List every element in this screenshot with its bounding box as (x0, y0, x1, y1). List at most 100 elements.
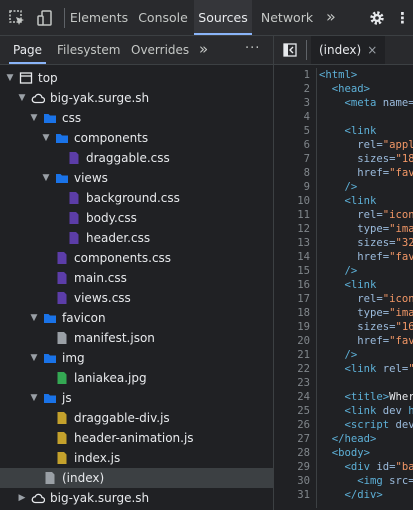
tree-item[interactable]: components.css (0, 248, 273, 268)
code-line: <title>Wher (319, 391, 413, 403)
tree-item[interactable]: main.css (0, 268, 273, 288)
tree-item-label: index.js (74, 451, 121, 465)
code-line: <script dev (319, 419, 413, 431)
tree-item[interactable]: ▶ big-yak.surge.sh (0, 488, 273, 508)
editor-tab-index[interactable]: (index) × (311, 36, 386, 64)
tree-item[interactable]: header.css (0, 228, 273, 248)
nav-menu-icon[interactable]: ··· (245, 36, 260, 62)
line-number: 29 (297, 461, 310, 473)
code-line: /> (319, 265, 358, 277)
code-line: <link rel=" (319, 363, 413, 375)
code-line: <link (319, 279, 377, 291)
js-file-icon (57, 412, 67, 424)
tree-item[interactable]: ▼ views (0, 168, 273, 188)
line-number: 31 (297, 489, 310, 501)
tree-item[interactable]: draggable-div.js (0, 408, 273, 428)
css-file-icon (69, 192, 79, 204)
tree-item-label: img (62, 351, 85, 365)
tree-item[interactable]: index.js (0, 448, 273, 468)
tree-item[interactable]: manifest.json (0, 328, 273, 348)
tree-item-label: draggable-div.js (74, 411, 170, 425)
expand-arrow-down-icon[interactable]: ▼ (29, 348, 39, 368)
line-number: 16 (297, 279, 310, 291)
folder-icon (44, 114, 56, 123)
tree-item[interactable]: draggable.css (0, 148, 273, 168)
tree-item-label: js (62, 391, 72, 405)
tree-item-label: manifest.json (74, 331, 155, 345)
tree-item-label: views.css (74, 291, 131, 305)
devtools-toolbar: Elements Console Sources Network » ⋮ (0, 0, 413, 36)
tree-item[interactable]: ▼ favicon (0, 308, 273, 328)
expand-arrow-down-icon[interactable]: ▼ (5, 68, 15, 88)
expand-arrow-right-icon[interactable]: ▶ (17, 488, 27, 508)
editor-divider (306, 40, 307, 60)
line-number: 8 (303, 167, 310, 179)
device-toolbar-icon[interactable] (36, 9, 54, 27)
tree-item-label: views (74, 171, 108, 185)
tree-item[interactable]: views.css (0, 288, 273, 308)
tree-item[interactable]: header-animation.js (0, 428, 273, 448)
line-number: 22 (297, 363, 310, 375)
js-file-icon (57, 432, 67, 444)
cloud-icon (31, 493, 45, 504)
nav-tab-filesystem[interactable]: Filesystem (57, 36, 120, 64)
tree-item-label: big-yak.surge.sh (50, 491, 150, 505)
navigator-tabs: Page Filesystem Overrides » ··· (0, 36, 273, 65)
code-line: href="fav (319, 335, 413, 347)
customize-menu-icon[interactable]: ⋮ (395, 9, 410, 27)
tab-network[interactable]: Network (256, 0, 318, 35)
document-file-icon (57, 332, 67, 344)
code-line: <meta name= (319, 97, 413, 109)
tree-item[interactable]: body.css (0, 208, 273, 228)
js-file-icon (57, 452, 67, 464)
expand-arrow-down-icon[interactable]: ▼ (29, 388, 39, 408)
editor-tabs: (index) × (274, 36, 413, 65)
code-line: sizes="18 (319, 153, 413, 165)
settings-gear-icon[interactable] (368, 9, 386, 27)
line-number: 11 (297, 209, 310, 221)
inspect-element-icon[interactable] (8, 9, 26, 27)
code-line: <body> (319, 447, 371, 459)
tree-item-label: big-yak.surge.sh (50, 91, 150, 105)
expand-arrow-down-icon[interactable]: ▼ (41, 168, 51, 188)
tree-item[interactable]: ▼ img (0, 348, 273, 368)
tree-item[interactable]: laniakea.jpg (0, 368, 273, 388)
close-tab-icon[interactable]: × (367, 43, 377, 57)
line-number: 13 (297, 237, 310, 249)
more-tabs-button[interactable]: » (326, 0, 336, 35)
tree-item[interactable]: (index) (0, 468, 273, 488)
tree-item[interactable]: ▼ js (0, 388, 273, 408)
tree-item-label: background.css (86, 191, 180, 205)
line-number: 18 (297, 307, 310, 319)
code-line: <link (319, 125, 377, 137)
tree-item[interactable]: ▼ components (0, 128, 273, 148)
expand-arrow-down-icon[interactable]: ▼ (29, 108, 39, 128)
tree-item-label: header-animation.js (74, 431, 194, 445)
code-line: rel="appl (319, 139, 413, 151)
tree-item[interactable]: background.css (0, 188, 273, 208)
line-number: 3 (303, 97, 310, 109)
tree-item[interactable]: ▼ top (0, 68, 273, 88)
tab-console[interactable]: Console (132, 0, 194, 35)
line-number: 20 (297, 335, 310, 347)
tab-elements[interactable]: Elements (66, 0, 132, 35)
line-number: 24 (297, 391, 310, 403)
tree-item[interactable]: ▼ css (0, 108, 273, 128)
line-number: 1 (303, 69, 310, 81)
expand-arrow-down-icon[interactable]: ▼ (17, 88, 27, 108)
nav-more-tabs-button[interactable]: » (199, 36, 208, 62)
line-number: 14 (297, 251, 310, 263)
nav-tab-page[interactable]: Page (8, 36, 47, 64)
tree-item-label: favicon (62, 311, 106, 325)
code-line: <link dev h (319, 405, 413, 417)
tree-item[interactable]: ▼ big-yak.surge.sh (0, 88, 273, 108)
code-line: href="fav (319, 167, 413, 179)
expand-arrow-down-icon[interactable]: ▼ (41, 128, 51, 148)
nav-tab-overrides[interactable]: Overrides (131, 36, 189, 64)
folder-icon (44, 354, 56, 363)
tree-item-label: body.css (86, 211, 137, 225)
tab-sources[interactable]: Sources (194, 0, 252, 35)
gutter-divider (316, 68, 317, 508)
toggle-navigator-icon[interactable] (283, 43, 297, 57)
expand-arrow-down-icon[interactable]: ▼ (29, 308, 39, 328)
